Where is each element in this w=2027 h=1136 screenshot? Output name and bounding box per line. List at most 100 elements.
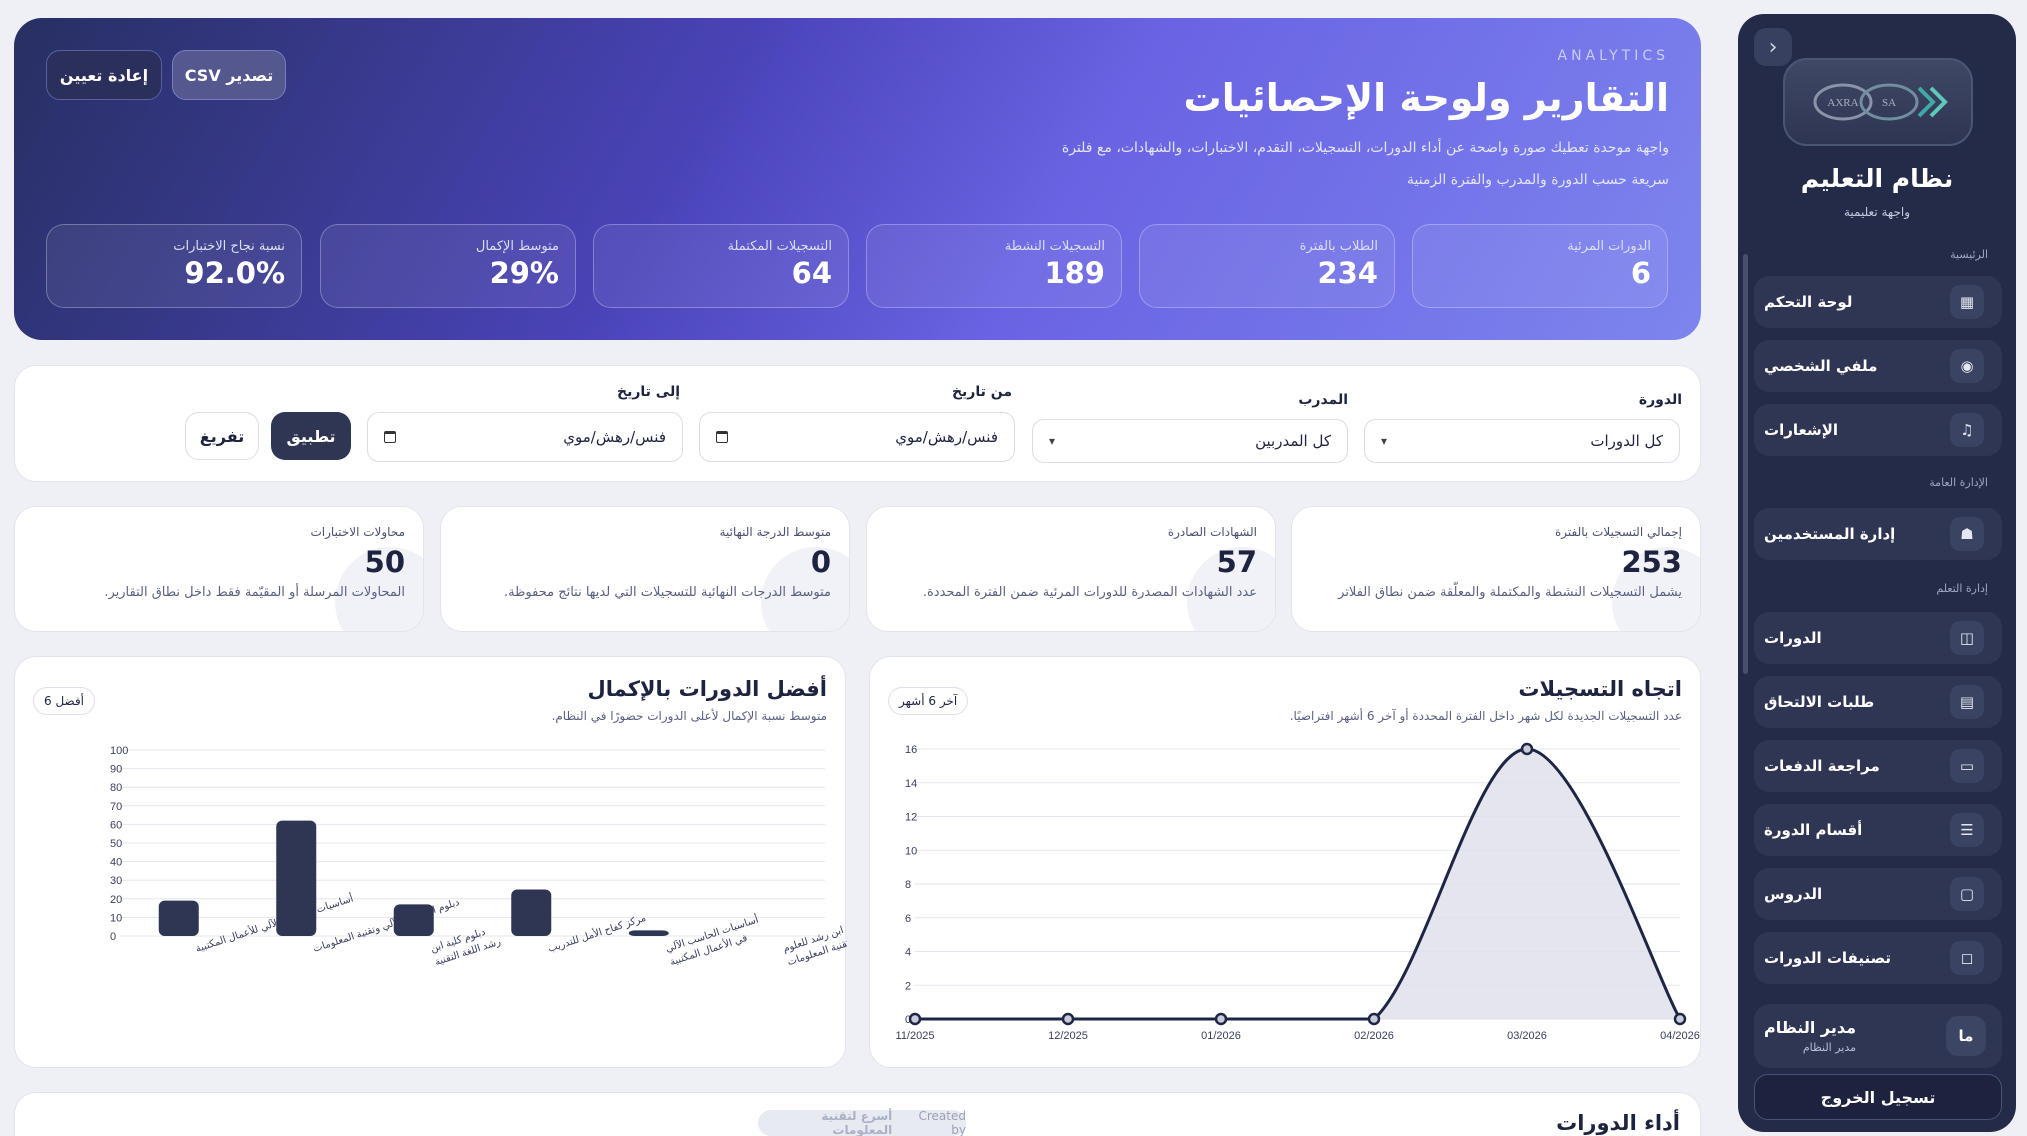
- user-card[interactable]: ما مدير النظام مدير النظام: [1754, 1004, 2002, 1068]
- app-root: ANALYTICS التقارير ولوحة الإحصائيات واجه…: [0, 0, 2027, 1136]
- metric-value: 50: [364, 545, 405, 579]
- metric-value: 0: [810, 545, 831, 579]
- from-date-input[interactable]: فنس/رهش/موي: [699, 412, 1015, 462]
- hero-stat-completed-enrollments: التسجيلات المكتملة 64: [593, 224, 849, 308]
- stat-value: 29%: [489, 256, 559, 290]
- metric-value: 253: [1621, 545, 1682, 579]
- bar: [276, 820, 317, 936]
- avatar: ما: [1946, 1016, 1986, 1056]
- from-date-value: فنس/رهش/موي: [895, 428, 998, 446]
- sidebar-item-label: طلبات الالتحاق: [1764, 693, 1875, 711]
- sidebar-item-payments-review[interactable]: ▭ مراجعة الدفعات: [1754, 740, 2002, 792]
- x-tick-label: 04/2026: [1660, 1030, 1700, 1042]
- to-date-input[interactable]: فنس/رهش/موي: [367, 412, 683, 462]
- trainer-select[interactable]: كل المدربين ▾: [1032, 419, 1348, 463]
- x-tick-label: 03/2026: [1507, 1030, 1547, 1042]
- stat-value: 6: [1630, 256, 1651, 290]
- hero-eyebrow: ANALYTICS: [1557, 48, 1669, 64]
- enrollment-trend-chart: 024681012141611/2025 12/2025 01/2026 02/202…: [896, 742, 1700, 1042]
- collapse-sidebar-button[interactable]: ‹: [1754, 28, 1792, 66]
- chevron-down-icon: ▾: [1381, 434, 1388, 448]
- clear-button[interactable]: تفريغ: [185, 412, 259, 460]
- sidebar-item-courses[interactable]: ◫ الدورات: [1754, 612, 2002, 664]
- sidebar-item-profile[interactable]: ◉ ملفي الشخصي: [1754, 340, 2002, 392]
- metric-card-avg-final-grade: متوسط الدرجة النهائية 0 متوسط الدرجات ال…: [440, 506, 850, 632]
- user-name: مدير النظام: [1764, 1018, 1857, 1037]
- user-circle-icon: ◉: [1950, 349, 1984, 383]
- stat-value: 92.0%: [184, 256, 285, 290]
- data-point: [1673, 1012, 1687, 1026]
- metric-description: متوسط الدرجات النهائية للتسجيلات التي لد…: [503, 585, 831, 600]
- stat-label: الطلاب بالفترة: [1299, 239, 1378, 254]
- y-tick-label: 10: [905, 845, 917, 857]
- calendar-icon[interactable]: [716, 431, 728, 443]
- export-csv-button[interactable]: تصدير CSV: [172, 50, 286, 100]
- sidebar-item-lessons[interactable]: ▢ الدروس: [1754, 868, 2002, 920]
- to-date-value: فنس/رهش/موي: [563, 428, 666, 446]
- metric-card-exam-attempts: محاولات الاختبارات 50 المحاولات المرسلة …: [14, 506, 424, 632]
- sidebar-item-course-categories[interactable]: ◻ تصنيفات الدورات: [1754, 932, 2002, 984]
- y-tick-label: 40: [110, 857, 122, 869]
- hero-stat-visible-courses: الدورات المرئية 6: [1412, 224, 1668, 308]
- bar: [393, 904, 434, 936]
- metric-label: الشهادات الصادرة: [1167, 525, 1257, 539]
- x-tick-label: دبلوم كلية ابنرشد اللغة التقنية: [429, 923, 502, 968]
- y-tick-label: 12: [905, 812, 917, 824]
- sidebar-item-label: تصنيفات الدورات: [1764, 949, 1891, 967]
- grid-icon: ▦: [1950, 285, 1984, 319]
- sidebar-item-dashboard[interactable]: ▦ لوحة التحكم: [1754, 276, 2002, 328]
- metric-card-certificates: الشهادات الصادرة 57 عدد الشهادات المصدرة…: [866, 506, 1276, 632]
- y-tick-label: 100: [110, 745, 128, 757]
- apply-button[interactable]: تطبيق: [271, 412, 351, 460]
- sidebar-section-learning: إدارة التعلم: [1936, 582, 1988, 595]
- section-title: أداء الدورات: [1556, 1111, 1680, 1135]
- calendar-icon[interactable]: [384, 431, 396, 443]
- chevron-down-icon: ▾: [1049, 434, 1056, 448]
- hero-description-line: واجهة موحدة تعطيك صورة واضحة عن أداء الد…: [1061, 140, 1669, 156]
- stat-label: متوسط الإكمال: [475, 239, 559, 254]
- y-tick-label: 8: [905, 879, 911, 891]
- bar: [628, 930, 669, 936]
- top-courses-chart: 0 10 20 30 40 50 60 70 80 90 100 أساسيات الحاسب الآ…: [110, 745, 847, 968]
- data-point: [1367, 1012, 1381, 1026]
- user-role: مدير النظام: [1802, 1041, 1857, 1054]
- sidebar-item-notifications[interactable]: ♫ الإشعارات: [1754, 404, 2002, 456]
- y-tick-label: 80: [110, 782, 122, 794]
- x-tick-label: 11/2025: [896, 1030, 935, 1042]
- sidebar-item-label: إدارة المستخدمين: [1764, 525, 1896, 543]
- sidebar-subtitle: واجهة تعليمية: [1843, 205, 1911, 219]
- y-tick-label: 30: [110, 875, 122, 887]
- x-tick-label: 12/2025: [1048, 1030, 1088, 1042]
- y-tick-label: 10: [110, 912, 122, 924]
- file-icon: ◻: [1950, 941, 1984, 975]
- credit-prefix: Created by: [918, 1109, 967, 1136]
- course-select-value: كل الدورات: [1590, 432, 1663, 450]
- filters-panel: الدورة كل الدورات ▾ المدرب كل المدربين ▾…: [14, 365, 1701, 482]
- logo-text: SA: [1882, 97, 1896, 109]
- logout-button[interactable]: تسجيل الخروج: [1754, 1074, 2002, 1120]
- stat-label: التسجيلات النشطة: [1004, 239, 1105, 254]
- sidebar-scrollbar[interactable]: [1743, 254, 1748, 674]
- y-tick-label: 16: [905, 744, 917, 756]
- course-select[interactable]: كل الدورات ▾: [1364, 419, 1680, 463]
- metric-description: يشمل التسجيلات النشطة والمكتملة والمعلّق…: [1338, 585, 1682, 600]
- reset-button[interactable]: إعادة تعيين: [46, 50, 162, 100]
- hero-description: واجهة موحدة تعطيك صورة واضحة عن أداء الد…: [849, 132, 1669, 196]
- x-tick-label: أساسيات الحاسب الآليفي الأعمال المكتبية: [664, 912, 765, 968]
- card-icon: ▭: [1950, 749, 1984, 783]
- sidebar-item-users[interactable]: ☗ إدارة المستخدمين: [1754, 508, 2002, 560]
- bar: [158, 900, 199, 936]
- logo: AXRA SA: [1783, 58, 1973, 146]
- hero-stat-avg-completion: متوسط الإكمال 29%: [320, 224, 576, 308]
- document-icon: ▤: [1950, 685, 1984, 719]
- users-icon: ☗: [1950, 517, 1984, 551]
- metric-label: محاولات الاختبارات: [310, 525, 406, 539]
- stat-value: 189: [1044, 256, 1105, 290]
- logo-text: AXRA: [1827, 97, 1858, 109]
- credit-badge: Created by أسرع لتقنية المعلومات: [758, 1109, 967, 1136]
- hero-stat-exam-pass-rate: نسبة نجاح الاختبارات 92.0%: [46, 224, 302, 308]
- sidebar-item-enrollment-requests[interactable]: ▤ طلبات الالتحاق: [1754, 676, 2002, 728]
- course-filter-label: الدورة: [1638, 392, 1682, 408]
- sidebar-item-course-sections[interactable]: ☰ أقسام الدورة: [1754, 804, 2002, 856]
- y-tick-label: 50: [110, 838, 122, 850]
